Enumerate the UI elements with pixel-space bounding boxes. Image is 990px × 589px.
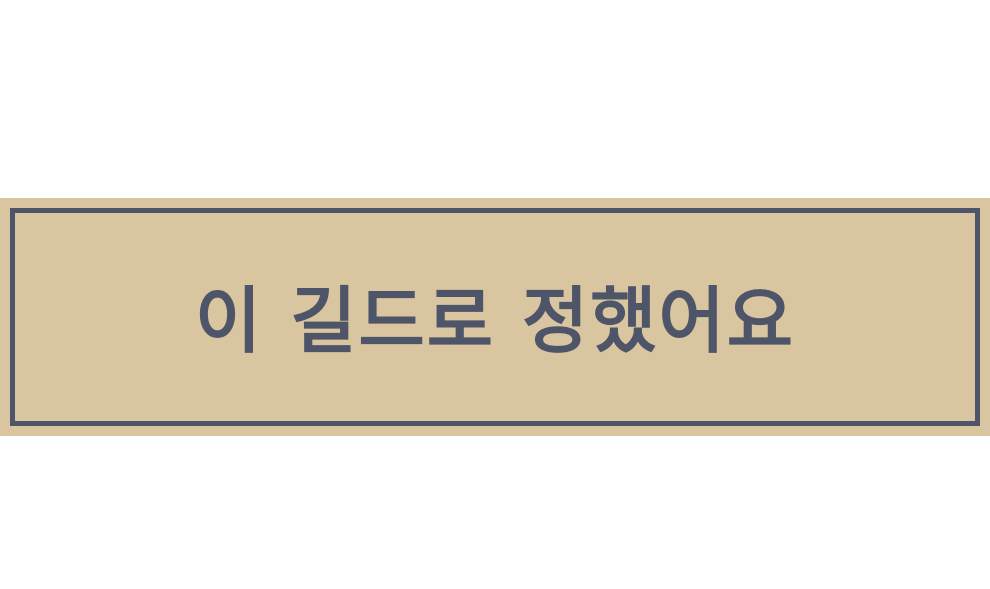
banner-message: 이 길드로 정했어요 (194, 279, 796, 363)
banner-frame: 이 길드로 정했어요 (10, 208, 980, 426)
confirmation-banner: 이 길드로 정했어요 (0, 198, 990, 436)
